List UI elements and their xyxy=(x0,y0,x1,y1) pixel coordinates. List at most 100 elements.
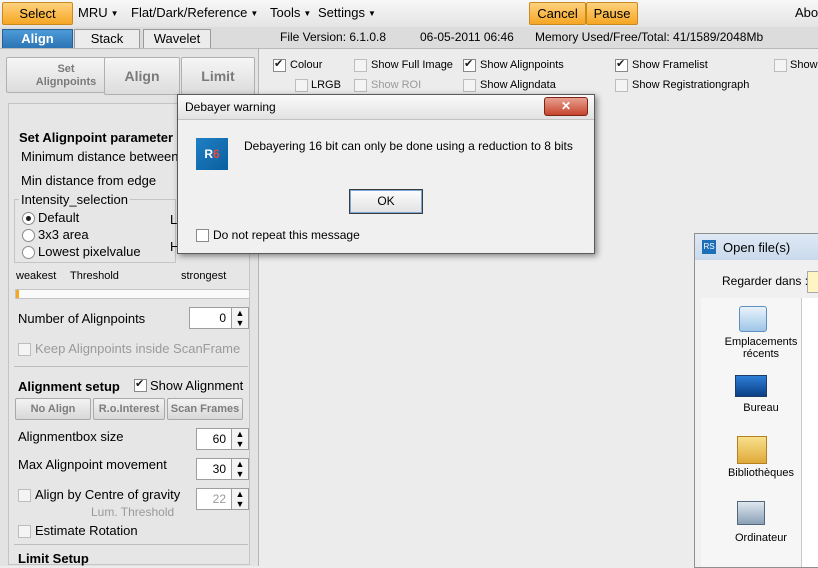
tab-wavelet[interactable]: Wavelet xyxy=(143,29,211,48)
lrgb-checkbox[interactable] xyxy=(295,79,308,92)
radio-3x3-label: 3x3 area xyxy=(38,227,89,242)
settings-label: Settings xyxy=(318,5,365,20)
show-framelist-label: Show Framelist xyxy=(632,59,708,71)
dialog-message: Debayering 16 bit can only be done using… xyxy=(244,139,573,153)
intensity-selection-label: Intensity_selection xyxy=(19,192,130,207)
settings-menu[interactable]: Settings ▼ xyxy=(318,5,376,20)
tab-bar: Align Stack Wavelet File Version: 6.1.0.… xyxy=(0,27,818,49)
alignment-setup-title: Alignment setup xyxy=(18,379,120,394)
file-list[interactable] xyxy=(801,298,818,567)
divider xyxy=(14,366,248,367)
threshold-slider[interactable] xyxy=(15,289,250,299)
libraries-icon[interactable] xyxy=(737,436,767,464)
radio-default-label: Default xyxy=(38,210,80,225)
ok-button[interactable]: OK xyxy=(349,189,423,214)
weakest-label: weakest xyxy=(16,270,57,282)
look-in-dropdown[interactable] xyxy=(807,271,818,293)
max-movement-stepper[interactable]: 30 ▲ ▼ xyxy=(196,458,249,480)
lrgb-label: LRGB xyxy=(311,79,341,91)
radio-default[interactable] xyxy=(22,212,35,225)
no-align-button[interactable]: No Align xyxy=(15,398,91,420)
up-down-arrow-icon[interactable]: ▲ ▼ xyxy=(231,459,248,479)
show-registrationgraph-label: Show Registrationgraph xyxy=(632,79,750,91)
about-menu[interactable]: Abo xyxy=(795,5,818,20)
show-alignpoints-label: Show Alignpoints xyxy=(480,59,564,71)
threshold-slider-thumb[interactable] xyxy=(16,290,19,298)
centre-gravity-stepper[interactable]: 22 ▲ ▼ xyxy=(196,488,249,510)
limit-button[interactable]: Limit xyxy=(181,57,255,95)
tools-label: Tools xyxy=(270,5,301,20)
keep-inside-checkbox[interactable] xyxy=(18,343,31,356)
dont-repeat-label: Do not repeat this message xyxy=(213,228,360,242)
app-logo-icon: R6 xyxy=(196,138,228,170)
min-distance-edge-label: Min distance from edge xyxy=(21,173,157,188)
mru-menu[interactable]: MRU ▼ xyxy=(78,5,119,20)
centre-gravity-checkbox[interactable] xyxy=(18,489,31,502)
look-in-label: Regarder dans : xyxy=(722,274,809,288)
centre-gravity-label: Align by Centre of gravity xyxy=(35,487,181,502)
chevron-down-icon: ▼ xyxy=(250,9,259,19)
show-aligndata-checkbox[interactable] xyxy=(463,79,476,92)
select-button[interactable]: Select xyxy=(2,2,73,25)
roi-button[interactable]: R.o.Interest xyxy=(93,398,165,420)
show-extra-checkbox[interactable] xyxy=(774,59,787,72)
open-file-titlebar: RS Open file(s) xyxy=(695,234,818,260)
dialog-titlebar: Debayer warning ✕ xyxy=(178,95,594,120)
mru-label: MRU xyxy=(78,5,108,20)
limit-setup-title: Limit Setup xyxy=(18,551,89,566)
chevron-down-icon: ▼ xyxy=(303,9,312,19)
threshold-label: Threshold xyxy=(70,270,119,282)
desktop-icon[interactable] xyxy=(735,375,767,397)
show-roi-label: Show ROI xyxy=(371,79,422,91)
show-roi-checkbox[interactable] xyxy=(354,79,367,92)
up-down-arrow-icon[interactable]: ▲ ▼ xyxy=(231,489,248,509)
keep-inside-label: Keep Alignpoints inside ScanFrame xyxy=(35,341,241,356)
chevron-down-icon: ▼ xyxy=(367,9,376,19)
recent-places-icon[interactable] xyxy=(739,306,767,332)
min-distance-between-label: Minimum distance between xyxy=(21,149,179,164)
pause-button[interactable]: Pause xyxy=(586,2,638,25)
num-alignpoints-stepper[interactable]: 0 ▲ ▼ xyxy=(189,307,249,329)
flat-dark-reference-menu[interactable]: Flat/Dark/Reference ▼ xyxy=(131,5,258,20)
menu-bar: Select MRU ▼ Flat/Dark/Reference ▼ Tools ▼ … xyxy=(0,0,818,28)
alignmentbox-size-stepper[interactable]: 60 ▲ ▼ xyxy=(196,428,249,450)
show-framelist-checkbox[interactable] xyxy=(615,57,628,72)
memory-status: Memory Used/Free/Total: 41/1589/2048Mb xyxy=(535,30,764,44)
show-registrationgraph-checkbox[interactable] xyxy=(615,79,628,92)
tools-menu[interactable]: Tools ▼ xyxy=(270,5,311,20)
scan-frames-button[interactable]: Scan Frames xyxy=(167,398,243,420)
cancel-button[interactable]: Cancel xyxy=(529,2,586,25)
colour-checkbox[interactable] xyxy=(273,57,286,72)
computer-icon[interactable] xyxy=(737,501,765,525)
tab-align[interactable]: Align xyxy=(2,29,73,48)
set-alignpoint-params-title: Set Alignpoint parameter xyxy=(19,130,174,145)
show-alignpoints-checkbox[interactable] xyxy=(463,57,476,72)
show-full-image-checkbox[interactable] xyxy=(354,59,367,72)
radio-3x3[interactable] xyxy=(22,229,35,242)
align-button[interactable]: Align xyxy=(104,57,180,95)
show-full-image-label: Show Full Image xyxy=(371,59,453,71)
radio-lowest-label: Lowest pixelvalue xyxy=(38,244,141,259)
colour-label: Colour xyxy=(290,59,323,71)
up-down-arrow-icon[interactable]: ▲ ▼ xyxy=(231,308,248,328)
up-down-arrow-icon[interactable]: ▲ ▼ xyxy=(231,429,248,449)
open-file-title: Open file(s) xyxy=(723,240,791,255)
app-logo-icon: RS xyxy=(702,240,716,254)
show-aligndata-label: Show Aligndata xyxy=(480,79,556,91)
estimate-rotation-label: Estimate Rotation xyxy=(35,523,138,538)
num-alignpoints-label: Number of Alignpoints xyxy=(18,311,146,326)
estimate-rotation-checkbox[interactable] xyxy=(18,525,31,538)
place-libraries[interactable]: Bibliothèques xyxy=(711,467,811,479)
place-recent[interactable]: Emplacements récents xyxy=(711,336,811,360)
show-extra-label: Show xyxy=(790,59,818,71)
alignmentbox-size-value: 60 xyxy=(212,432,226,446)
radio-lowest[interactable] xyxy=(22,246,35,259)
show-alignment-checkbox[interactable] xyxy=(134,377,147,392)
place-computer[interactable]: Ordinateur xyxy=(711,532,811,544)
close-button[interactable]: ✕ xyxy=(544,97,588,116)
tab-stack[interactable]: Stack xyxy=(74,29,140,48)
dont-repeat-checkbox[interactable] xyxy=(196,229,209,242)
lum-threshold-label: Lum. Threshold xyxy=(91,505,175,519)
place-desktop[interactable]: Bureau xyxy=(711,402,811,414)
centre-gravity-value: 22 xyxy=(212,492,226,506)
